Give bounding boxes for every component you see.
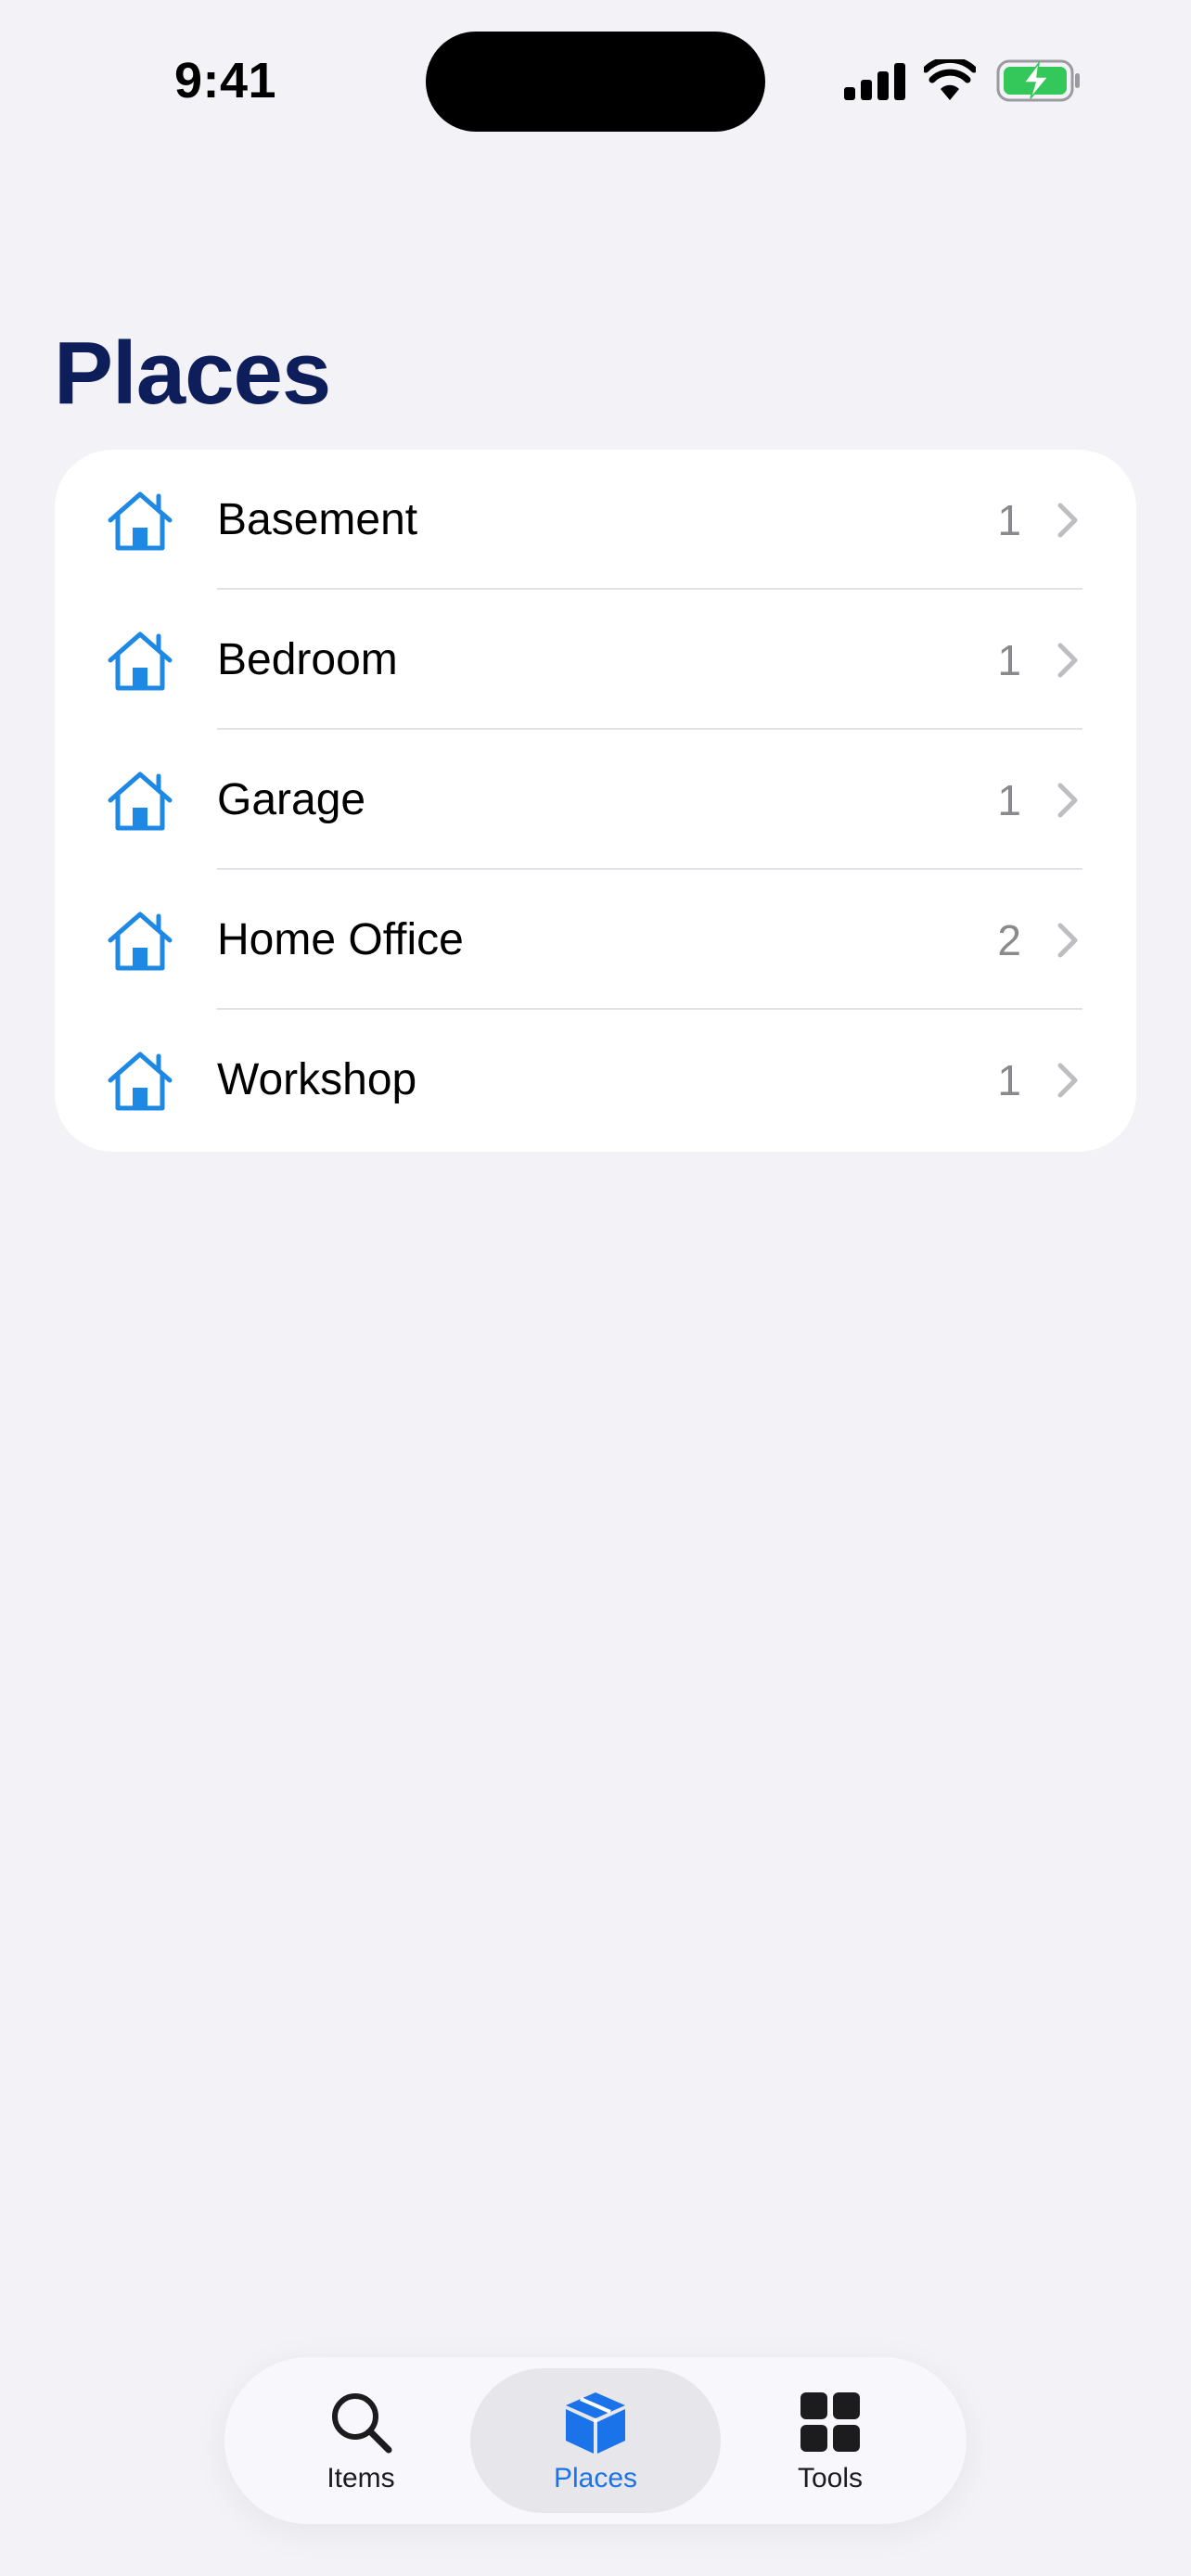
tab-items[interactable]: Items — [236, 2368, 486, 2513]
list-item[interactable]: Home Office 2 — [55, 870, 1136, 1010]
page-title: Places — [54, 324, 331, 423]
chevron-right-icon — [1057, 643, 1078, 678]
status-time: 9:41 — [174, 53, 277, 108]
tab-places[interactable]: Places — [470, 2368, 721, 2513]
list-item-label: Home Office — [217, 915, 464, 964]
grid-icon — [800, 2392, 860, 2452]
list-item-label: Bedroom — [217, 635, 398, 684]
house-icon — [108, 912, 173, 971]
chevron-right-icon — [1057, 923, 1078, 958]
list-item[interactable]: Workshop 1 — [55, 1010, 1136, 1150]
chevron-right-icon — [1057, 503, 1078, 538]
list-item[interactable]: Garage 1 — [55, 730, 1136, 870]
chevron-right-icon — [1057, 783, 1078, 818]
house-icon — [108, 491, 173, 551]
house-icon — [108, 1052, 173, 1111]
tab-bar: Items Places Tools — [224, 2357, 967, 2524]
list-item-count: 1 — [997, 636, 1021, 684]
tab-label: Items — [327, 2463, 395, 2493]
list-item-count: 1 — [997, 496, 1021, 544]
dynamic-island — [426, 32, 765, 132]
status-bar: 9:41 — [0, 0, 1191, 162]
wifi-icon — [924, 59, 976, 100]
house-icon — [108, 772, 173, 831]
house-icon — [108, 631, 173, 691]
cellular-signal-icon — [844, 63, 905, 100]
battery-charging-icon — [996, 59, 1080, 102]
tab-tools[interactable]: Tools — [705, 2368, 955, 2513]
tab-label: Tools — [797, 2463, 864, 2493]
box-icon — [566, 2392, 625, 2454]
list-item-count: 1 — [997, 1056, 1021, 1104]
list-item[interactable]: Basement 1 — [55, 450, 1136, 590]
tab-label: Places — [553, 2463, 638, 2493]
places-list: Basement 1 Bedroom 1 Garage 1 Home Offic… — [55, 450, 1136, 1152]
chevron-right-icon — [1057, 1063, 1078, 1098]
list-item-label: Workshop — [217, 1055, 417, 1104]
magnifying-glass-icon — [332, 2393, 392, 2454]
list-item-count: 2 — [997, 916, 1021, 964]
list-item-count: 1 — [997, 776, 1021, 824]
list-item-label: Garage — [217, 775, 366, 824]
list-item[interactable]: Bedroom 1 — [55, 590, 1136, 730]
list-item-label: Basement — [217, 495, 418, 544]
